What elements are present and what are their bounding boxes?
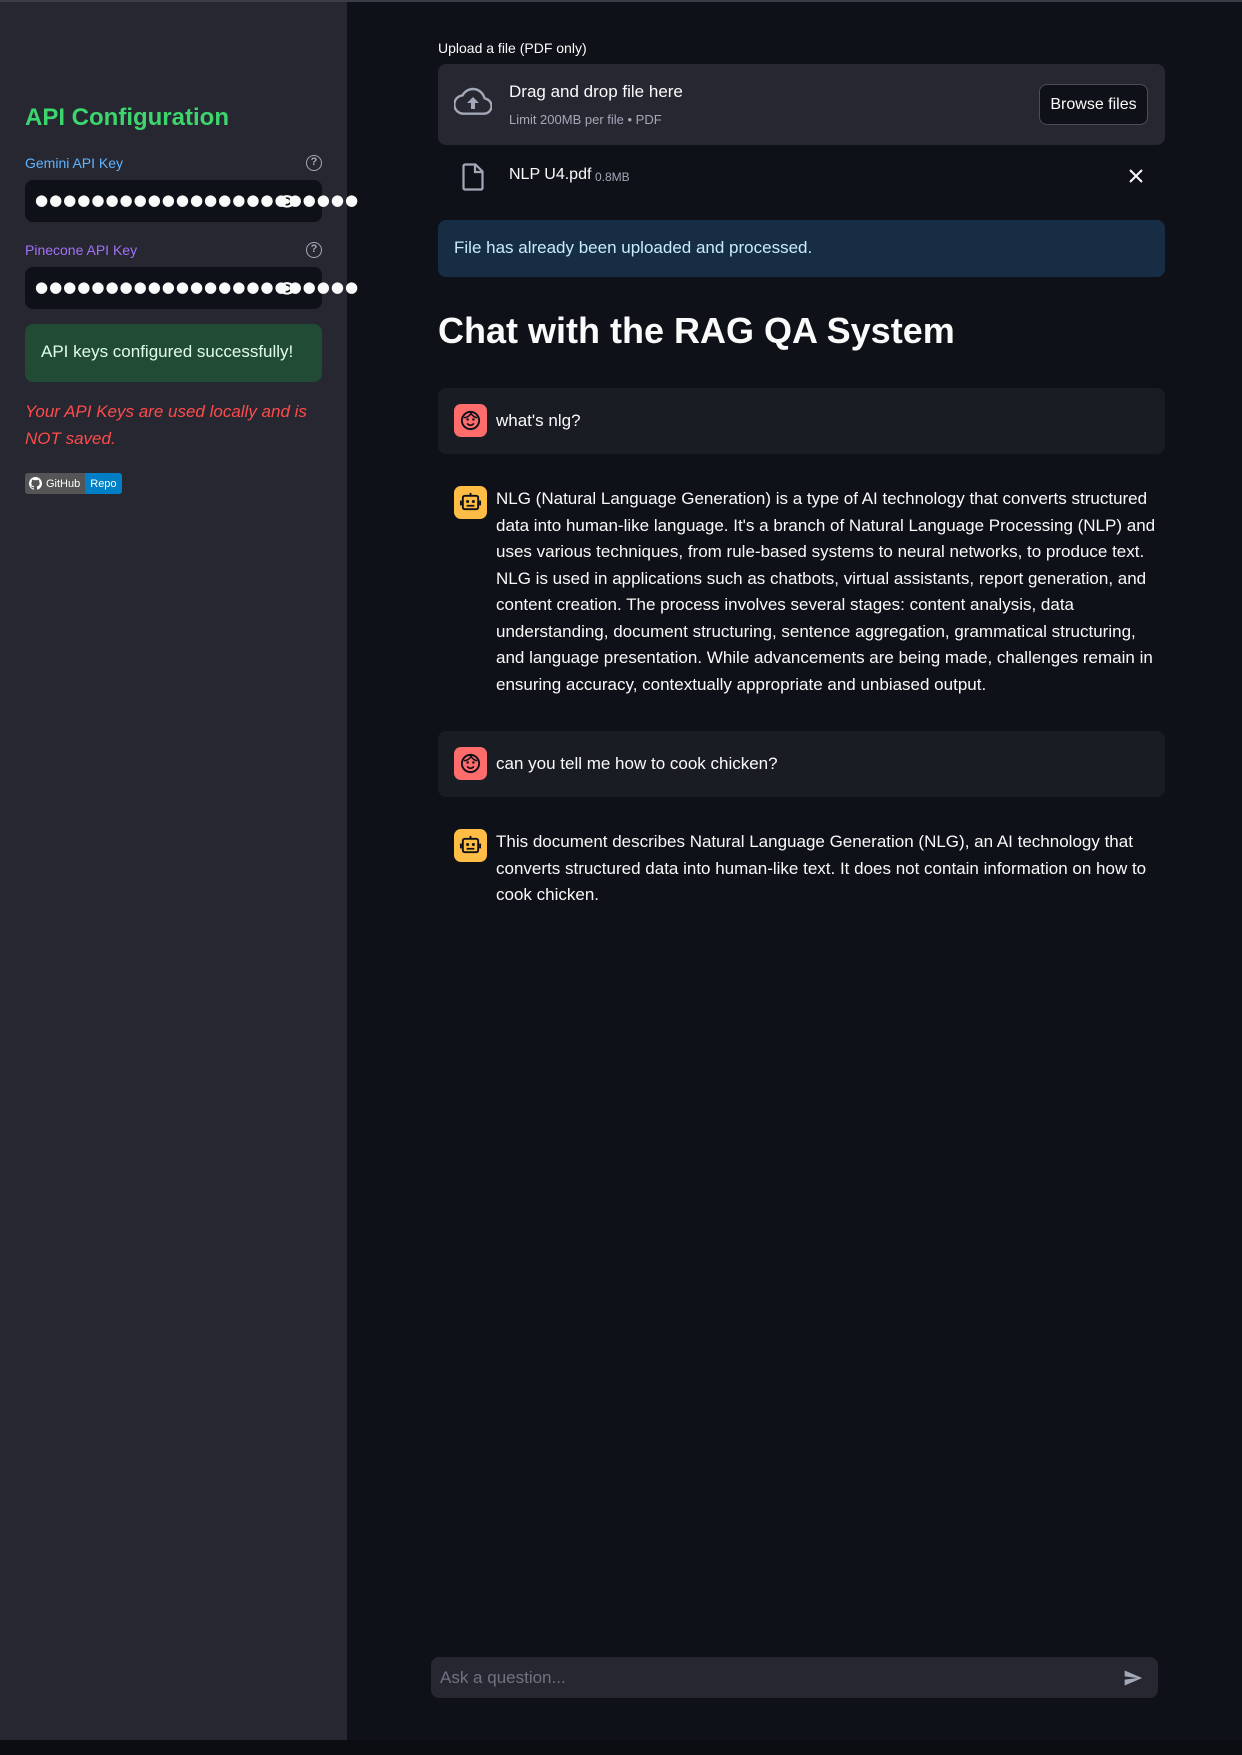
github-icon [29, 477, 42, 490]
app-root: API Configuration Gemini API Key ? ●●●●●… [0, 0, 1242, 1755]
message-text: can you tell me how to cook chicken? [496, 754, 778, 773]
cloud-upload-icon [454, 87, 492, 115]
message-text: This document describes Natural Language… [496, 832, 1147, 904]
chat-message-user: can you tell me how to cook chicken? [438, 731, 1165, 797]
dropzone-subtitle: Limit 200MB per file • PDF [509, 112, 662, 127]
gemini-key-input[interactable]: ●●●●●●●●●●●●●●●●●●●●●●● [25, 180, 358, 222]
uploaded-file-row: NLP U4.pdf 0.8MB [438, 158, 1165, 198]
file-dropzone[interactable]: Drag and drop file here Limit 200MB per … [438, 64, 1165, 145]
dropzone-title: Drag and drop file here [509, 82, 683, 101]
chat-message-assistant: This document describes Natural Language… [438, 793, 1165, 904]
chat-title: Chat with the RAG QA System [438, 310, 955, 351]
badge-left: GitHub [25, 473, 86, 494]
help-icon[interactable]: ? [306, 242, 322, 258]
pinecone-key-value: ●●●●●●●●●●●●●●●●●●●●●●● [35, 278, 360, 296]
chat-message-assistant: NLG (Natural Language Generation) is a t… [438, 450, 1165, 710]
user-face-icon [460, 410, 481, 431]
gemini-key-value: ●●●●●●●●●●●●●●●●●●●●●●● [35, 191, 360, 209]
message-text: NLG (Natural Language Generation) is a t… [496, 489, 1156, 694]
user-face-icon [460, 753, 481, 774]
upload-label: Upload a file (PDF only) [438, 40, 587, 56]
assistant-avatar [454, 829, 487, 862]
badge-left-label: GitHub [46, 477, 81, 490]
pinecone-key-label: Pinecone API Key [25, 242, 138, 258]
chat-message-user: what's nlg? [438, 388, 1165, 454]
sidebar: API Configuration Gemini API Key ? ●●●●●… [0, 2, 358, 1740]
github-repo-badge[interactable]: GitHub Repo [25, 473, 122, 494]
success-alert: API keys configured successfully! [25, 324, 322, 382]
file-icon [462, 163, 484, 191]
bottom-strip [0, 1740, 1242, 1755]
send-icon[interactable] [1123, 1668, 1143, 1688]
badge-right-label: Repo [90, 477, 117, 490]
info-alert: File has already been uploaded and proce… [438, 220, 1165, 277]
file-name: NLP U4.pdf [509, 166, 592, 183]
robot-icon [459, 835, 482, 854]
sidebar-title: API Configuration [25, 104, 229, 131]
message-text: what's nlg? [496, 411, 581, 430]
eye-icon[interactable] [276, 191, 298, 211]
browse-files-button[interactable]: Browse files [1039, 84, 1148, 125]
gemini-key-label: Gemini API Key [25, 155, 124, 171]
close-icon[interactable] [1128, 168, 1144, 184]
badge-right: Repo [85, 473, 122, 494]
file-size: 0.8MB [595, 170, 630, 184]
robot-icon [459, 492, 482, 511]
pinecone-key-input[interactable]: ●●●●●●●●●●●●●●●●●●●●●●● [25, 267, 358, 309]
eye-icon[interactable] [276, 278, 298, 298]
help-icon[interactable]: ? [306, 155, 322, 171]
api-warning-text: Your API Keys are used locally and is NO… [25, 402, 307, 448]
chat-input[interactable] [440, 1657, 1100, 1698]
assistant-avatar [454, 486, 487, 519]
user-avatar [454, 404, 487, 437]
chat-input-container [431, 1657, 1158, 1698]
user-avatar [454, 747, 487, 780]
